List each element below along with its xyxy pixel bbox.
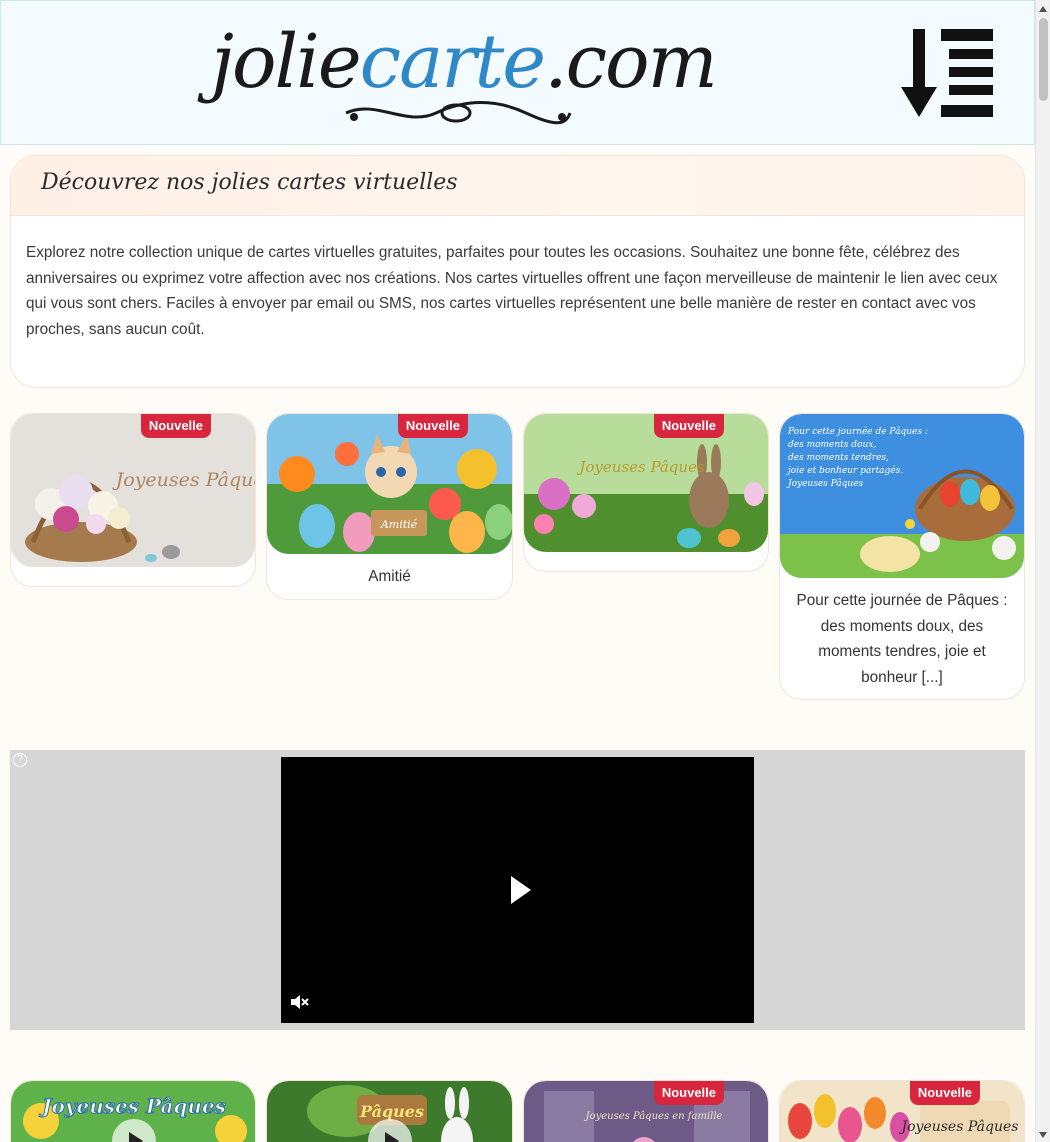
card-image-text: Joyeuses Pâques — [38, 1094, 226, 1118]
card-image[interactable]: Joyeuses Pâques ! — [780, 1081, 1024, 1142]
scroll-down-arrow-icon[interactable] — [1039, 1132, 1047, 1138]
video-ad-container: ? — [10, 750, 1025, 1030]
logo-text-jolie: jolie — [211, 19, 362, 105]
card-image[interactable]: Joyeuses Pâques — [524, 414, 768, 552]
card-joyeuses-paques-tulipes[interactable]: Joyeuses Pâques ! Nouvelle — [779, 1080, 1025, 1142]
card-image-text: Joyeuses Pâques en famille — [584, 1111, 723, 1122]
muted-speaker-icon[interactable] — [289, 993, 309, 1011]
page-scrollbar[interactable] — [1035, 0, 1050, 1142]
card-joyeuses-paques-video[interactable]: Joyeuses Pâques — [10, 1080, 256, 1142]
card-paques-lapin-video[interactable]: Pâques — [266, 1080, 513, 1142]
card-image-text: Joyeuses Pâques ! — [898, 1119, 1024, 1135]
card-image[interactable]: Amitié — [267, 414, 512, 554]
play-icon[interactable] — [511, 876, 531, 904]
scroll-up-arrow-icon[interactable] — [1039, 6, 1047, 12]
new-badge: Nouvelle — [653, 1081, 724, 1105]
card-caption: Amitié — [368, 568, 411, 585]
new-badge: Nouvelle — [140, 414, 211, 438]
logo-swirl-ornament — [345, 101, 572, 125]
card-joyeuses-paques-bunny[interactable]: Joyeuses Pâques Nouvelle — [523, 413, 769, 572]
new-badge: Nouvelle — [653, 414, 724, 438]
card-image-text: Amitié — [380, 518, 418, 531]
sort-down-list-icon[interactable] — [899, 27, 995, 121]
intro-title: Découvrez nos jolies cartes virtuelles — [41, 170, 458, 195]
card-image[interactable]: Pour cette journée de Pâques : des momen… — [780, 414, 1024, 578]
card-image[interactable]: Joyeuses Pâques — [11, 414, 255, 567]
site-logo[interactable]: joliecarte.com — [211, 7, 718, 132]
logo-text-com: .com — [544, 19, 718, 105]
card-image-text: Joyeuses Pâques — [576, 458, 705, 476]
intro-description: Explorez notre collection unique de cart… — [26, 244, 998, 339]
question-circle-icon[interactable]: ? — [13, 753, 27, 767]
card-image[interactable]: Joyeuses Pâques en famille — [524, 1081, 768, 1142]
card-joyeuses-paques-basket[interactable]: Joyeuses Pâques Nouvelle — [10, 413, 256, 587]
card-paques-en-famille[interactable]: Joyeuses Pâques en famille Nouvelle — [523, 1080, 769, 1142]
card-amitie[interactable]: Amitié Nouvelle Amitié — [266, 413, 513, 600]
new-badge: Nouvelle — [397, 414, 468, 438]
new-badge: Nouvelle — [909, 1081, 980, 1105]
video-player[interactable] — [281, 757, 754, 1023]
card-caption: Pour cette journée de Pâques : des momen… — [796, 592, 1008, 687]
scrollbar-thumb[interactable] — [1039, 18, 1048, 101]
site-header: joliecarte.com — [0, 0, 1035, 145]
logo-text-carte: carte — [359, 19, 546, 105]
card-image-text: Joyeuses Pâques — [112, 469, 255, 491]
intro-section: Découvrez nos jolies cartes virtuelles E… — [10, 155, 1025, 388]
card-paques-moments-doux[interactable]: Pour cette journée de Pâques : des momen… — [779, 413, 1025, 700]
